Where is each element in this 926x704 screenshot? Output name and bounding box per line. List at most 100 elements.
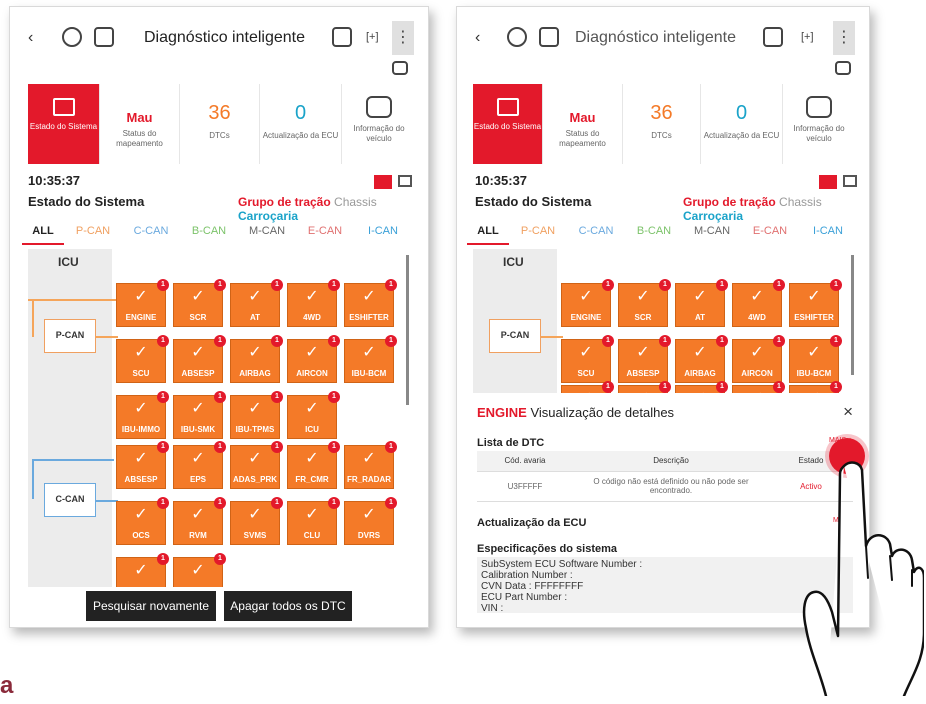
menu-icon[interactable]: ⋮ [392, 21, 414, 55]
ecu-node-clu[interactable]: ✓ CLU 1 [287, 497, 340, 545]
ecu-update-tile[interactable]: 0 Actualização da ECU [701, 84, 783, 164]
close-icon[interactable]: × [843, 402, 853, 422]
guide-icon[interactable] [332, 27, 352, 47]
ecu-node[interactable]: ✓1 [789, 381, 842, 393]
tab-all[interactable]: ALL [22, 225, 64, 245]
ecu-node-svms[interactable]: ✓ SVMS 1 [230, 497, 283, 545]
dtc-count-tile[interactable]: 36 DTCs [623, 84, 701, 164]
ecu-node[interactable]: ✓1 [675, 381, 728, 393]
ecu-node-ibu-bcm[interactable]: ✓ IBU-BCM 1 [344, 335, 397, 383]
tab-e-can[interactable]: E-CAN [296, 225, 354, 245]
guide-icon[interactable] [763, 27, 783, 47]
ecu-node-eps[interactable]: ✓ EPS 1 [173, 441, 226, 489]
expand-icon[interactable]: [+] [801, 31, 814, 43]
tab-m-can[interactable]: M-CAN [238, 225, 296, 245]
ecu-node-fr-radar[interactable]: ✓ FR_RADAR 1 [344, 441, 397, 489]
system-state-tile[interactable]: Estado do Sistema [473, 84, 543, 164]
ecu-node-aircon[interactable]: ✓ AIRCON 1 [732, 335, 785, 383]
ecu-node-icu[interactable]: ✓ ICU 1 [287, 391, 340, 439]
expand-icon[interactable]: [+] [366, 31, 379, 43]
filter-flag-icon[interactable] [374, 175, 392, 189]
ecu-node-ibu-smk[interactable]: ✓ IBU-SMK 1 [173, 391, 226, 439]
system-state-tile[interactable]: Estado do Sistema [28, 84, 100, 164]
scan-icon[interactable] [507, 27, 527, 47]
pcan-node[interactable]: P-CAN [44, 319, 96, 353]
list-view-icon[interactable] [398, 175, 412, 187]
menu-icon[interactable]: ⋮ [833, 21, 855, 55]
ecu-node-absesp[interactable]: ✓ ABSESP 1 [173, 335, 226, 383]
vehicle-info-tile[interactable]: Informação do veículo [783, 84, 855, 164]
ecu-node-scu[interactable]: ✓ SCU 1 [561, 335, 614, 383]
ecu-node-ocs[interactable]: ✓ OCS 1 [116, 497, 169, 545]
ecu-node-ibu-tpms[interactable]: ✓ IBU-TPMS 1 [230, 391, 283, 439]
dtc-count: 36 [208, 102, 231, 124]
ecu-node[interactable]: ✓1 [618, 381, 671, 393]
tab-i-can[interactable]: I-CAN [354, 225, 412, 245]
tab-c-can[interactable]: C-CAN [122, 225, 180, 245]
ecu-node-dvrs[interactable]: ✓ DVRS 1 [344, 497, 397, 545]
mapping-status-tile[interactable]: Mau Status do mapeamento [100, 84, 180, 164]
ecu-node-adas-prk[interactable]: ✓ ADAS_PRK 1 [230, 441, 283, 489]
ecu-node-absesp[interactable]: ✓ ABSESP 1 [618, 335, 671, 383]
dtc-count-tile[interactable]: 36 DTCs [180, 84, 260, 164]
mapping-status-tile[interactable]: Mau Status do mapeamento [543, 84, 623, 164]
ecu-node-ibu-bcm[interactable]: ✓ IBU-BCM 1 [789, 335, 842, 383]
ecu-node-scr[interactable]: ✓ SCR 1 [173, 279, 226, 327]
table-row[interactable]: U3FFFFF O código não está definido ou nã… [477, 471, 853, 502]
ecu-node-4wd[interactable]: ✓ 4WD 1 [287, 279, 340, 327]
ecu-node-eshifter[interactable]: ✓ ESHIFTER 1 [789, 279, 842, 327]
ecu-node-aircon[interactable]: ✓ AIRCON 1 [287, 335, 340, 383]
ecu-node-absesp[interactable]: ✓ ABSESP 1 [116, 441, 169, 489]
tab-m-can[interactable]: M-CAN [683, 225, 741, 245]
ecu-node-ibu-immo[interactable]: ✓ IBU-IMMO 1 [116, 391, 169, 439]
ecu-node-at[interactable]: ✓ AT 1 [230, 279, 283, 327]
list-view-icon[interactable] [843, 175, 857, 187]
scan-icon[interactable] [62, 27, 82, 47]
tab-i-can[interactable]: I-CAN [799, 225, 857, 245]
tab-c-can[interactable]: C-CAN [567, 225, 625, 245]
ecu-node-scu[interactable]: ✓ SCU 1 [116, 335, 169, 383]
ecu-node-engine[interactable]: ✓ ENGINE 1 [116, 279, 169, 327]
ecu-update-tile[interactable]: 0 Actualização da ECU [260, 84, 342, 164]
ecu-node-scr[interactable]: ✓ SCR 1 [618, 279, 671, 327]
filter-flag-icon[interactable] [819, 175, 837, 189]
group-chassis[interactable]: Chassis [334, 195, 377, 209]
diagram-scrollbar[interactable] [406, 255, 409, 405]
report-icon[interactable] [94, 27, 114, 47]
ecu-node-airbag[interactable]: ✓ AIRBAG 1 [230, 335, 283, 383]
ecu-node-rvm[interactable]: ✓ RVM 1 [173, 497, 226, 545]
tab-p-can[interactable]: P-CAN [509, 225, 567, 245]
group-body[interactable]: Carroçaria [683, 209, 743, 223]
tab-b-can[interactable]: B-CAN [625, 225, 683, 245]
ecu-node[interactable]: ✓1 [116, 553, 169, 587]
search-again-button[interactable]: Pesquisar novamente [86, 591, 216, 621]
ecu-node-eshifter[interactable]: ✓ ESHIFTER 1 [344, 279, 397, 327]
ecu-node-engine[interactable]: ✓ ENGINE 1 [561, 279, 614, 327]
ecu-node-4wd[interactable]: ✓ 4WD 1 [732, 279, 785, 327]
pcan-line [96, 336, 118, 338]
group-traction[interactable]: Grupo de tração [683, 195, 776, 209]
ecu-node[interactable]: ✓1 [561, 381, 614, 393]
group-body[interactable]: Carroçaria [238, 209, 298, 223]
ecu-node[interactable]: ✓1 [173, 553, 226, 587]
ecu-node-airbag[interactable]: ✓ AIRBAG 1 [675, 335, 728, 383]
tab-e-can[interactable]: E-CAN [741, 225, 799, 245]
back-icon[interactable]: ‹ [475, 29, 480, 47]
ccan-node[interactable]: C-CAN [44, 483, 96, 517]
ecu-node[interactable]: ✓1 [732, 381, 785, 393]
tab-b-can[interactable]: B-CAN [180, 225, 238, 245]
car-link-icon[interactable] [392, 61, 408, 75]
vehicle-info-tile[interactable]: Informação do veículo [342, 84, 416, 164]
pcan-node[interactable]: P-CAN [489, 319, 541, 353]
report-icon[interactable] [539, 27, 559, 47]
group-chassis[interactable]: Chassis [779, 195, 822, 209]
tab-p-can[interactable]: P-CAN [64, 225, 122, 245]
car-link-icon[interactable] [835, 61, 851, 75]
group-traction[interactable]: Grupo de tração [238, 195, 331, 209]
ecu-node-fr-cmr[interactable]: ✓ FR_CMR 1 [287, 441, 340, 489]
back-icon[interactable]: ‹ [28, 29, 33, 47]
clear-dtc-button[interactable]: Apagar todos os DTC [224, 591, 352, 621]
ecu-node-at[interactable]: ✓ AT 1 [675, 279, 728, 327]
tab-all[interactable]: ALL [467, 225, 509, 245]
diagram-scrollbar[interactable] [851, 255, 854, 375]
